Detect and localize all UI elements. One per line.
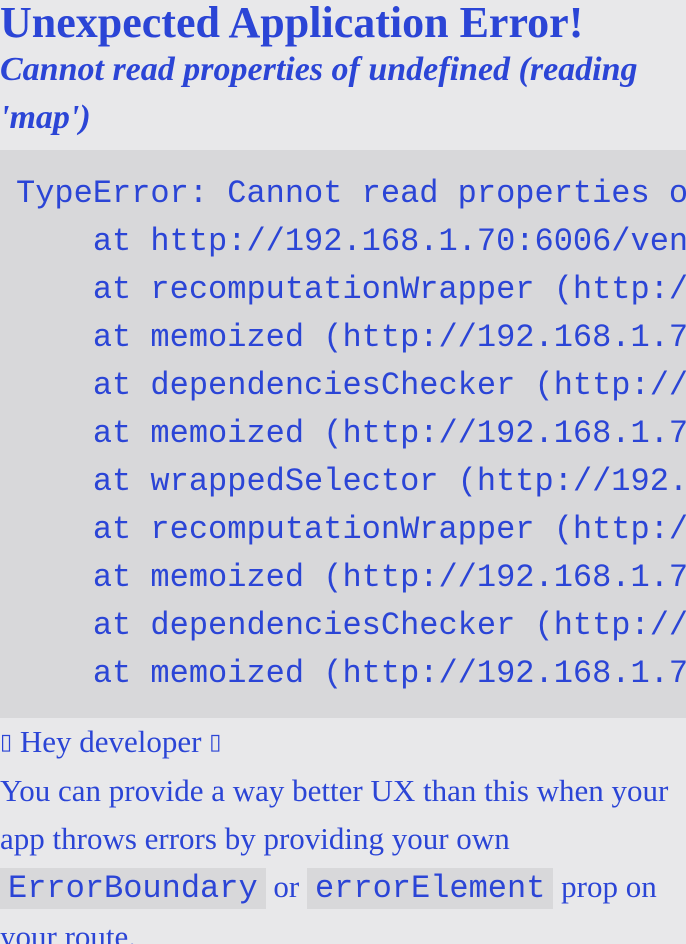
error-page: Unexpected Application Error! Cannot rea…	[0, 0, 686, 944]
error-boundary-code: ErrorBoundary	[0, 868, 266, 909]
stack-line: at recomputationWrapper (http:/	[16, 271, 686, 308]
developer-hint: ▯ Hey developer ▯ You can provide a way …	[0, 718, 686, 944]
stack-line: at memoized (http://192.168.1.7	[16, 415, 686, 452]
error-element-code: errorElement	[306, 868, 554, 909]
developer-hint-heading: ▯ Hey developer ▯	[0, 718, 686, 767]
stack-line: at memoized (http://192.168.1.7	[16, 655, 686, 692]
missing-glyph-icon: ▯	[209, 730, 222, 755]
stack-line: at recomputationWrapper (http:/	[16, 511, 686, 548]
developer-hint-heading-text: Hey developer	[12, 724, 210, 759]
missing-glyph-icon: ▯	[0, 730, 13, 755]
stack-line: at http://192.168.1.70:6006/ven	[16, 223, 686, 260]
stack-line: at dependenciesChecker (http://	[16, 367, 686, 404]
developer-hint-body: You can provide a way better UX than thi…	[0, 767, 686, 944]
stack-line: at wrappedSelector (http://192.	[16, 463, 686, 500]
stack-trace: TypeError: Cannot read properties o at h…	[0, 150, 686, 718]
stack-line: TypeError: Cannot read properties o	[16, 175, 686, 212]
stack-line: at memoized (http://192.168.1.7	[16, 559, 686, 596]
error-message: Cannot read properties of undefined (rea…	[0, 51, 638, 136]
developer-hint-text: or	[265, 869, 307, 904]
stack-line: at dependenciesChecker (http://	[16, 607, 686, 644]
error-title: Unexpected Application Error!	[0, 0, 584, 47]
developer-hint-text: You can provide a way better UX than thi…	[0, 773, 669, 856]
stack-line: at memoized (http://192.168.1.7	[16, 319, 686, 356]
